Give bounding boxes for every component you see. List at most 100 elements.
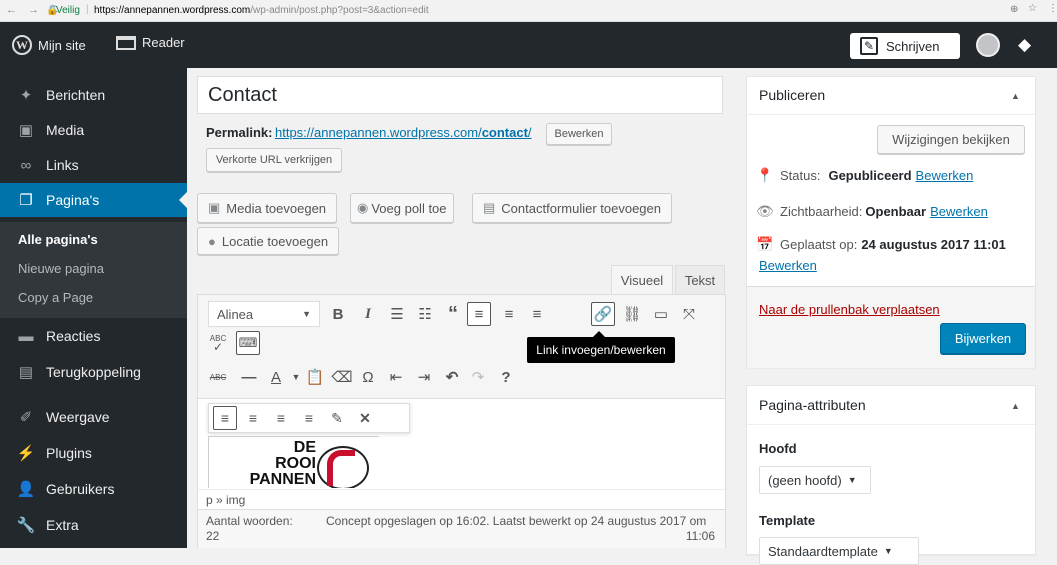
sidebar-item-gebruikers[interactable]: 👤 Gebruikers bbox=[0, 472, 187, 506]
image-no-align-icon[interactable]: ≡ bbox=[297, 406, 321, 430]
horizontal-line-icon[interactable]: — bbox=[237, 365, 261, 389]
sidebar-item-berichten[interactable]: ✦ Berichten bbox=[0, 78, 187, 112]
image-align-left-icon[interactable]: ≡ bbox=[213, 406, 237, 430]
element-path: p » img bbox=[198, 489, 725, 509]
sidebar-item-extra[interactable]: 🔧 Extra bbox=[0, 508, 187, 542]
parent-label: Hoofd bbox=[759, 441, 797, 456]
keyboard-toggle-icon[interactable]: ⌨ bbox=[236, 331, 260, 355]
poll-icon: ◉ bbox=[357, 200, 369, 215]
calendar-icon: 📅 bbox=[756, 236, 774, 252]
numbered-list-icon[interactable]: ☷ bbox=[413, 302, 437, 326]
outdent-icon[interactable]: ⇤ bbox=[384, 365, 408, 389]
add-location-button[interactable]: ● Locatie toevoegen bbox=[197, 227, 340, 255]
sidebar-item-label: Links bbox=[46, 157, 79, 173]
image-align-center-icon[interactable]: ≡ bbox=[241, 406, 265, 430]
preview-changes-button[interactable]: Wijzigingen bekijken bbox=[877, 125, 1025, 154]
image-edit-pencil-icon[interactable]: ✎ bbox=[325, 406, 349, 430]
user-avatar[interactable] bbox=[976, 33, 1000, 57]
edit-status-link[interactable]: Bewerken bbox=[916, 168, 974, 183]
template-select[interactable]: Standaardtemplate ▼ bbox=[759, 537, 919, 565]
zoom-icon[interactable]: ⊕ bbox=[1010, 4, 1018, 15]
location-pin-icon: ● bbox=[208, 233, 216, 249]
fullscreen-icon[interactable]: ⤧ bbox=[677, 302, 701, 326]
unlink-icon[interactable]: ⛓ bbox=[620, 302, 644, 326]
sidebar-item-paginas[interactable]: ❐ Pagina's bbox=[0, 183, 187, 217]
url-path: /wp-admin/post.php?post=3&action=edit bbox=[250, 5, 429, 16]
blockquote-icon[interactable]: “ bbox=[441, 302, 465, 326]
template-select-value: Standaardtemplate bbox=[768, 543, 878, 559]
strike-label: ABC bbox=[209, 372, 227, 382]
notifications-icon[interactable]: ◆ bbox=[1018, 35, 1031, 55]
move-to-trash-link[interactable]: Naar de prullenbak verplaatsen bbox=[759, 302, 940, 317]
shortlink-button[interactable]: Verkorte URL verkrijgen bbox=[206, 148, 342, 172]
parent-select[interactable]: (geen hoofd) ▼ bbox=[759, 466, 871, 494]
align-left-icon[interactable]: ≡ bbox=[467, 302, 491, 326]
add-contact-form-button[interactable]: ▤ Contactformulier toevoegen bbox=[472, 193, 672, 223]
date-value: 24 augustus 2017 11:01 bbox=[861, 237, 1006, 252]
logo-red-mark bbox=[327, 450, 355, 486]
sidebar-item-label: Extra bbox=[46, 517, 79, 533]
visibility-value: Openbaar bbox=[865, 204, 927, 219]
tab-text[interactable]: Tekst bbox=[675, 265, 725, 295]
edit-visibility-link[interactable]: Bewerken bbox=[930, 204, 988, 219]
submenu-all-pages[interactable]: Alle pagina's bbox=[18, 232, 98, 247]
collapse-caret-icon[interactable]: ▲ bbox=[1011, 401, 1020, 411]
wordpress-logo-icon: W bbox=[12, 35, 32, 55]
align-right-icon[interactable]: ≡ bbox=[525, 302, 549, 326]
indent-icon[interactable]: ⇥ bbox=[412, 365, 436, 389]
add-location-label: Locatie toevoegen bbox=[221, 233, 329, 249]
browser-menu-icon[interactable]: ⋮ bbox=[1048, 3, 1057, 14]
undo-icon[interactable]: ↶ bbox=[440, 365, 464, 389]
reader-icon bbox=[116, 35, 136, 50]
update-button[interactable]: Bijwerken bbox=[940, 323, 1026, 354]
write-button[interactable]: ✎ Schrijven bbox=[850, 33, 960, 59]
my-site-link[interactable]: W Mijn site bbox=[12, 35, 86, 55]
permalink-url[interactable]: https://annepannen.wordpress.com/contact… bbox=[275, 125, 532, 140]
special-character-icon[interactable]: Ω bbox=[356, 365, 380, 389]
redo-icon[interactable]: ↷ bbox=[466, 365, 490, 389]
bold-icon[interactable]: B bbox=[326, 302, 350, 326]
sidebar-item-media[interactable]: ▣ Media bbox=[0, 113, 187, 147]
sidebar-item-reacties[interactable]: ▬ Reacties bbox=[0, 319, 187, 353]
reader-link[interactable]: Reader bbox=[116, 35, 185, 50]
visibility-row: 👁 Zichtbaarheid: Openbaar Bewerken bbox=[756, 203, 988, 220]
collapse-caret-icon[interactable]: ▲ bbox=[1011, 91, 1020, 101]
format-select[interactable]: Alinea ▼ bbox=[208, 301, 320, 327]
sidebar-item-label: Plugins bbox=[46, 445, 92, 461]
submenu-copy-page[interactable]: Copy a Page bbox=[18, 290, 93, 305]
sidebar-item-links[interactable]: ∞ Links bbox=[0, 148, 187, 182]
paste-text-icon[interactable]: 📋 bbox=[303, 365, 327, 389]
image-frame-top bbox=[209, 436, 379, 437]
post-image[interactable]: DE ROOI PANNEN bbox=[208, 436, 380, 488]
submenu-new-page[interactable]: Nieuwe pagina bbox=[18, 261, 104, 276]
sidebar-item-terugkoppeling[interactable]: ▤ Terugkoppeling bbox=[0, 355, 187, 389]
spellcheck-icon[interactable]: ABC ✓ bbox=[206, 331, 230, 355]
help-icon[interactable]: ? bbox=[494, 365, 518, 389]
sidebar-item-plugins[interactable]: ⚡ Plugins bbox=[0, 436, 187, 470]
url-field[interactable]: https://annepannen.wordpress.com/wp-admi… bbox=[94, 5, 429, 16]
italic-icon[interactable]: I bbox=[356, 302, 380, 326]
add-media-button[interactable]: ▣ Media toevoegen bbox=[197, 193, 338, 223]
feedback-icon: ▤ bbox=[18, 364, 34, 381]
bullet-list-icon[interactable]: ☰ bbox=[385, 302, 409, 326]
tab-visual[interactable]: Visueel bbox=[611, 265, 673, 295]
read-more-icon[interactable]: ▭ bbox=[649, 302, 673, 326]
status-value: Gepubliceerd bbox=[828, 168, 912, 183]
publish-divider bbox=[747, 114, 1035, 115]
edit-date-link[interactable]: Bewerken bbox=[759, 258, 817, 273]
edit-permalink-button[interactable]: Bewerken bbox=[546, 123, 612, 145]
image-remove-icon[interactable]: ✕ bbox=[353, 406, 377, 430]
strikethrough-icon[interactable]: ABC bbox=[206, 365, 230, 389]
sidebar-item-weergave[interactable]: ✐ Weergave bbox=[0, 400, 187, 434]
image-align-right-icon[interactable]: ≡ bbox=[269, 406, 293, 430]
add-poll-label: Voeg poll toe bbox=[371, 200, 447, 216]
link-icon[interactable]: 🔗 bbox=[591, 302, 615, 326]
clear-formatting-icon[interactable]: ⌫ bbox=[330, 365, 354, 389]
add-poll-button[interactable]: ◉ Voeg poll toe bbox=[350, 193, 454, 223]
bookmark-star-icon[interactable]: ☆ bbox=[1028, 3, 1037, 14]
align-center-icon[interactable]: ≡ bbox=[497, 302, 521, 326]
post-title-input[interactable]: Contact bbox=[197, 76, 723, 114]
date-label: Geplaatst op: bbox=[780, 237, 858, 252]
sidebar-item-label: Reacties bbox=[46, 328, 101, 344]
post-title-text: Contact bbox=[208, 84, 277, 106]
